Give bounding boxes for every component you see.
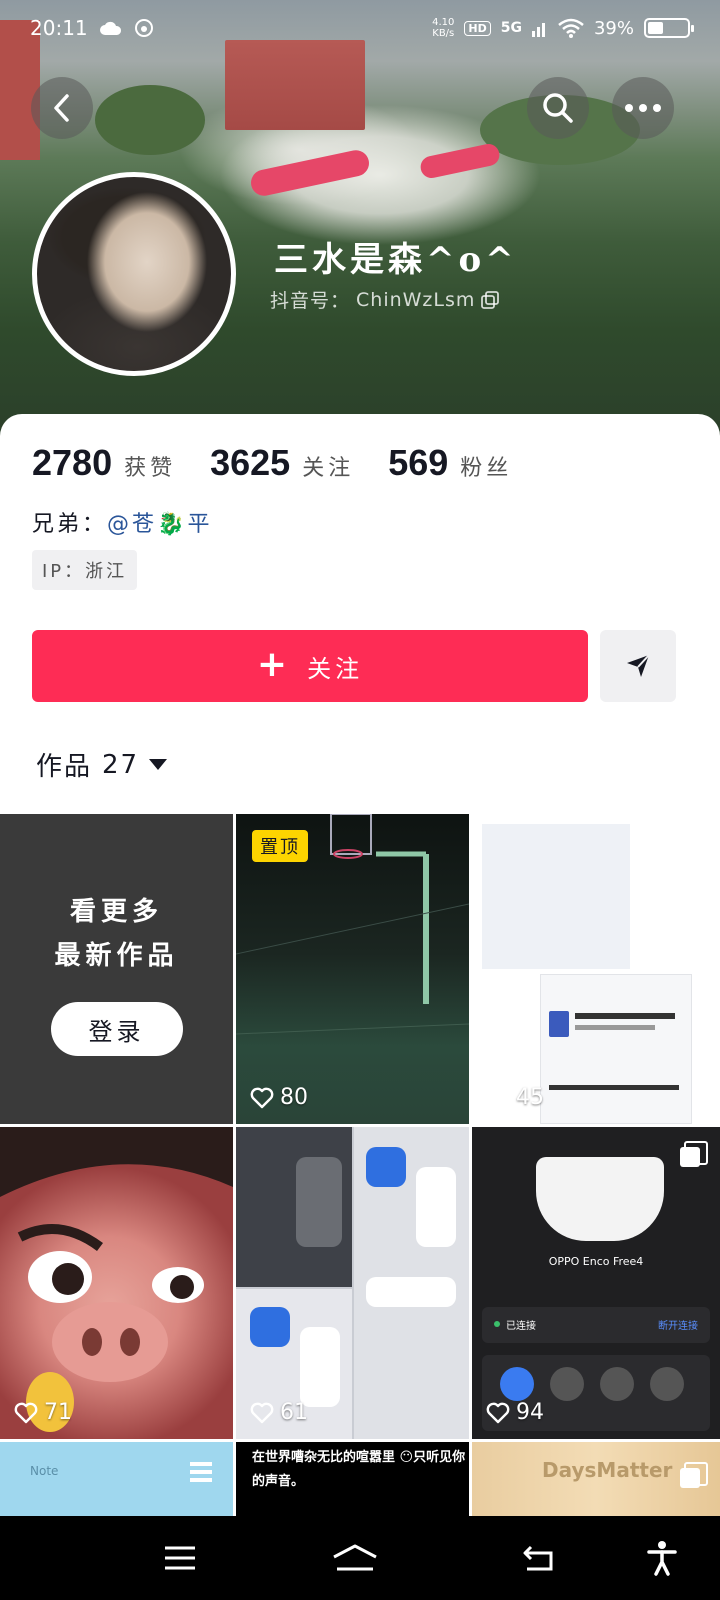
- more-dots-icon: [625, 104, 661, 112]
- earbuds-case-thumbnail: [536, 1157, 664, 1241]
- bio-prefix: 兄弟：: [32, 512, 108, 537]
- video-tile[interactable]: Note: [0, 1442, 233, 1516]
- video-tile[interactable]: 45: [472, 814, 720, 1124]
- ip-location-tag: IP：浙江: [32, 550, 138, 590]
- profile-card: 2780 获赞 3625 关注 569 粉丝 兄弟：@苍🐉平 IP：浙江 + 关…: [0, 414, 720, 814]
- network-speed: 4.10 KB/s: [432, 17, 455, 39]
- clock: 20:11: [30, 16, 88, 40]
- back-nav-button[interactable]: [516, 1536, 560, 1580]
- battery-fill: [648, 22, 663, 34]
- tab-works-count: 27: [102, 749, 140, 780]
- battery-percent: 39%: [593, 17, 634, 39]
- cover-shoe-stripe: [418, 141, 502, 181]
- accessibility-button[interactable]: [640, 1536, 684, 1580]
- network-type: 5G: [500, 20, 522, 36]
- signal-icon: [531, 23, 545, 37]
- heart-icon: [486, 1402, 510, 1423]
- back-button[interactable]: [31, 77, 93, 139]
- heart-icon: [250, 1402, 274, 1423]
- recent-apps-button[interactable]: [158, 1536, 202, 1580]
- chevron-left-icon: [54, 94, 69, 122]
- note-label: Note: [30, 1464, 59, 1478]
- send-icon: [627, 654, 650, 677]
- home-button[interactable]: [330, 1536, 380, 1580]
- system-nav-bar: [0, 1516, 720, 1600]
- multi-image-icon: [680, 1141, 708, 1167]
- search-button[interactable]: [527, 77, 589, 139]
- login-prompt-tile: 看更多 最新作品 登录: [0, 814, 233, 1124]
- more-button[interactable]: [612, 77, 674, 139]
- douyin-id-value: ChinWzLsm: [356, 288, 476, 311]
- plus-icon: +: [256, 644, 292, 685]
- bio: 兄弟：@苍🐉平: [32, 506, 212, 538]
- earbuds-title: OPPO Enco Free4: [548, 1255, 644, 1268]
- cloud-icon: [99, 21, 121, 35]
- menu-icon: [165, 1546, 195, 1570]
- video-caption: 在世界嘈杂无比的喧嚣里 😶只听见你的声音。: [252, 1450, 466, 1489]
- video-tile[interactable]: DaysMatter: [472, 1442, 720, 1516]
- screenshot-thumbnail: [482, 824, 630, 969]
- home-icon: [333, 1544, 377, 1571]
- tab-works[interactable]: 作品 27: [36, 746, 168, 783]
- multi-image-icon: [680, 1462, 708, 1488]
- works-grid: 看更多 最新作品 登录 置顶 80 45 71 61 OPPO Enco Fre…: [0, 814, 720, 1516]
- heart-icon: [14, 1402, 38, 1423]
- hd-badge: HD: [464, 20, 491, 36]
- following-label[interactable]: 关注: [302, 450, 354, 482]
- likes-count: 2780: [32, 442, 113, 483]
- tab-works-label: 作品: [36, 752, 93, 782]
- likes-label: 获赞: [124, 456, 177, 481]
- followers-count[interactable]: 569: [388, 442, 448, 484]
- like-count: 61: [250, 1400, 308, 1425]
- heart-icon: [486, 1087, 510, 1108]
- cover-tree: [95, 85, 205, 155]
- copy-icon[interactable]: [481, 290, 500, 309]
- wifi-icon: [558, 18, 584, 38]
- video-tile[interactable]: OPPO Enco Free4 已连接 断开连接 94: [472, 1127, 720, 1439]
- status-bar: 20:11 4.10 KB/s HD 5G 39%: [0, 0, 720, 56]
- caret-down-icon: [149, 759, 168, 770]
- ticket-screenshot-thumbnail: [540, 974, 692, 1124]
- video-tile[interactable]: 71: [0, 1127, 233, 1439]
- username: 三水是森^o^: [274, 240, 518, 280]
- battery-icon: [644, 18, 694, 38]
- login-prompt-text: 看更多 最新作品: [54, 897, 179, 971]
- video-tile[interactable]: 置顶 80: [236, 814, 469, 1124]
- like-count: 80: [250, 1085, 308, 1110]
- earbuds-status-row: 已连接 断开连接: [482, 1307, 710, 1343]
- followers-label[interactable]: 粉丝: [460, 450, 512, 482]
- heart-icon: [250, 1087, 274, 1108]
- follow-button[interactable]: + 关注: [32, 630, 588, 702]
- send-message-button[interactable]: [600, 630, 676, 702]
- days-matter-label: DaysMatter: [542, 1458, 673, 1482]
- like-count: 94: [486, 1400, 544, 1425]
- douyin-id-row[interactable]: 抖音号： ChinWzLsm: [270, 286, 500, 313]
- back-arrow-icon: [523, 1545, 553, 1571]
- avatar[interactable]: [32, 172, 236, 376]
- profile-stats: 2780 获赞 3625 关注 569 粉丝: [32, 442, 546, 484]
- like-count: 71: [14, 1400, 72, 1425]
- bio-mention-link[interactable]: @苍🐉平: [107, 512, 212, 537]
- search-icon: [543, 93, 573, 123]
- like-count: 45: [486, 1085, 544, 1110]
- cover-shoe-stripe: [248, 147, 372, 199]
- login-button[interactable]: 登录: [50, 1002, 183, 1056]
- following-count[interactable]: 3625: [210, 442, 290, 484]
- video-tile[interactable]: 61: [236, 1127, 469, 1439]
- menu-lines-icon: [190, 1462, 212, 1466]
- pinned-badge: 置顶: [252, 830, 308, 862]
- accessibility-icon: [647, 1541, 677, 1576]
- video-tile[interactable]: 在世界嘈杂无比的喧嚣里 😶只听见你的声音。: [236, 1442, 469, 1516]
- weibo-icon: [134, 19, 153, 37]
- dragon-emoji: 🐉: [157, 512, 188, 537]
- douyin-id-label: 抖音号：: [270, 290, 351, 312]
- follow-label: 关注: [307, 654, 364, 683]
- cartoon-face-thumbnail: [0, 1127, 233, 1432]
